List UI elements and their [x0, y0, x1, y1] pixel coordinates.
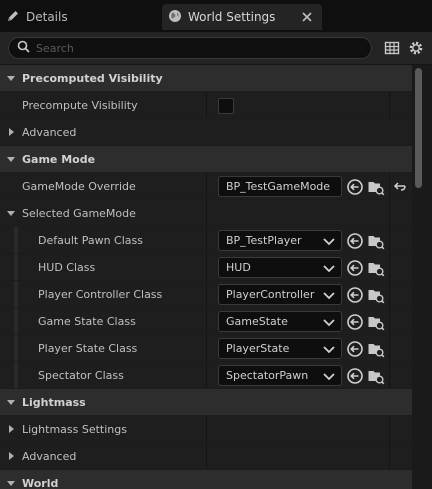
- group-advanced-lightmass[interactable]: Advanced: [0, 443, 412, 470]
- browse-asset-icon[interactable]: [367, 259, 385, 277]
- table-view-icon[interactable]: [384, 40, 400, 56]
- close-icon[interactable]: [300, 10, 314, 24]
- player-state-class-dropdown[interactable]: PlayerState: [218, 338, 342, 359]
- browse-asset-icon[interactable]: [367, 367, 385, 385]
- tab-world-settings[interactable]: World Settings: [162, 4, 322, 30]
- use-selected-asset-icon[interactable]: [346, 178, 364, 196]
- default-pawn-class-dropdown[interactable]: BP_TestPlayer: [218, 230, 342, 251]
- hud-class-dropdown[interactable]: HUD: [218, 257, 342, 278]
- dropdown-value: PlayerState: [226, 342, 290, 355]
- dropdown-value: PlayerController: [226, 288, 315, 301]
- use-selected-asset-icon[interactable]: [346, 367, 364, 385]
- chevron-down-icon: [321, 260, 337, 276]
- category-lightmass[interactable]: Lightmass: [0, 389, 412, 416]
- category-precomputed-visibility[interactable]: Precomputed Visibility: [0, 65, 412, 92]
- details-panel: Precomputed Visibility Precompute Visibi…: [0, 65, 412, 489]
- gamemode-override-dropdown[interactable]: BP_TestGameMode: [218, 176, 342, 197]
- chevron-down-icon: [321, 233, 337, 249]
- globe-icon: [168, 9, 182, 26]
- row-spectator-class: Spectator Class SpectatorPawn: [0, 362, 412, 389]
- group-label: Selected GameMode: [22, 206, 136, 220]
- group-label: Lightmass Settings: [22, 422, 127, 436]
- row-default-pawn-class: Default Pawn Class BP_TestPlayer: [0, 227, 412, 254]
- group-advanced-visibility[interactable]: Advanced: [0, 119, 412, 146]
- chevron-right-icon[interactable]: [4, 125, 18, 139]
- chevron-down-icon[interactable]: [4, 476, 18, 489]
- scrollbar-thumb[interactable]: [415, 68, 422, 188]
- pencil-icon: [6, 9, 20, 26]
- category-label: Precomputed Visibility: [22, 71, 163, 85]
- dropdown-value: HUD: [226, 261, 251, 274]
- dropdown-value: BP_TestPlayer: [226, 234, 302, 247]
- use-selected-asset-icon[interactable]: [346, 286, 364, 304]
- browse-asset-icon[interactable]: [367, 178, 385, 196]
- chevron-down-icon[interactable]: [4, 395, 18, 409]
- tab-world-settings-label: World Settings: [188, 10, 276, 24]
- chevron-down-icon: [321, 314, 337, 330]
- group-lightmass-settings[interactable]: Lightmass Settings: [0, 416, 412, 443]
- group-selected-gamemode[interactable]: Selected GameMode: [0, 200, 412, 227]
- settings-gear-icon[interactable]: [408, 40, 424, 56]
- category-label: Game Mode: [22, 152, 96, 166]
- game-state-class-dropdown[interactable]: GameState: [218, 311, 342, 332]
- property-label: Default Pawn Class: [38, 233, 143, 247]
- precompute-visibility-checkbox[interactable]: [218, 98, 234, 114]
- use-selected-asset-icon[interactable]: [346, 340, 364, 358]
- category-label: Lightmass: [22, 395, 86, 409]
- row-player-controller-class: Player Controller Class PlayerController: [0, 281, 412, 308]
- spectator-class-dropdown[interactable]: SpectatorPawn: [218, 365, 342, 386]
- tab-details[interactable]: Details: [0, 4, 150, 30]
- category-game-mode[interactable]: Game Mode: [0, 146, 412, 173]
- property-label: Precompute Visibility: [22, 98, 138, 112]
- use-selected-asset-icon[interactable]: [346, 313, 364, 331]
- chevron-right-icon[interactable]: [4, 422, 18, 436]
- dropdown-value: GameState: [226, 315, 288, 328]
- row-hud-class: HUD Class HUD: [0, 254, 412, 281]
- chevron-down-icon: [321, 368, 337, 384]
- property-label: Player Controller Class: [38, 287, 163, 301]
- dropdown-value: BP_TestGameMode: [226, 180, 331, 193]
- use-selected-asset-icon[interactable]: [346, 259, 364, 277]
- group-label: Advanced: [22, 125, 77, 139]
- chevron-down-icon[interactable]: [4, 152, 18, 166]
- dropdown-value: SpectatorPawn: [226, 369, 309, 382]
- row-game-state-class: Game State Class GameState: [0, 308, 412, 335]
- search-input[interactable]: [36, 41, 336, 55]
- tab-details-label: Details: [26, 10, 68, 24]
- browse-asset-icon[interactable]: [367, 286, 385, 304]
- chevron-down-icon[interactable]: [4, 71, 18, 85]
- property-label: GameMode Override: [22, 179, 136, 193]
- search-box[interactable]: [8, 37, 372, 59]
- browse-asset-icon[interactable]: [367, 313, 385, 331]
- use-selected-asset-icon[interactable]: [346, 232, 364, 250]
- property-label: Spectator Class: [38, 368, 124, 382]
- chevron-down-icon[interactable]: [4, 206, 18, 220]
- chevron-down-icon: [321, 341, 337, 357]
- property-label: Player State Class: [38, 341, 138, 355]
- category-world[interactable]: World: [0, 470, 412, 489]
- browse-asset-icon[interactable]: [367, 232, 385, 250]
- property-label: HUD Class: [38, 260, 96, 274]
- tab-bar: Details World Settings: [0, 0, 432, 32]
- row-gamemode-override: GameMode Override BP_TestGameMode: [0, 173, 412, 200]
- chevron-right-icon[interactable]: [4, 449, 18, 463]
- search-icon: [17, 40, 30, 56]
- reset-to-default-icon[interactable]: [392, 178, 410, 196]
- chevron-down-icon: [321, 287, 337, 303]
- group-label: Advanced: [22, 449, 77, 463]
- category-label: World: [22, 476, 59, 489]
- player-controller-class-dropdown[interactable]: PlayerController: [218, 284, 342, 305]
- row-precompute-visibility: Precompute Visibility: [0, 92, 412, 119]
- row-player-state-class: Player State Class PlayerState: [0, 335, 412, 362]
- browse-asset-icon[interactable]: [367, 340, 385, 358]
- search-row: [0, 32, 432, 64]
- property-label: Game State Class: [38, 314, 136, 328]
